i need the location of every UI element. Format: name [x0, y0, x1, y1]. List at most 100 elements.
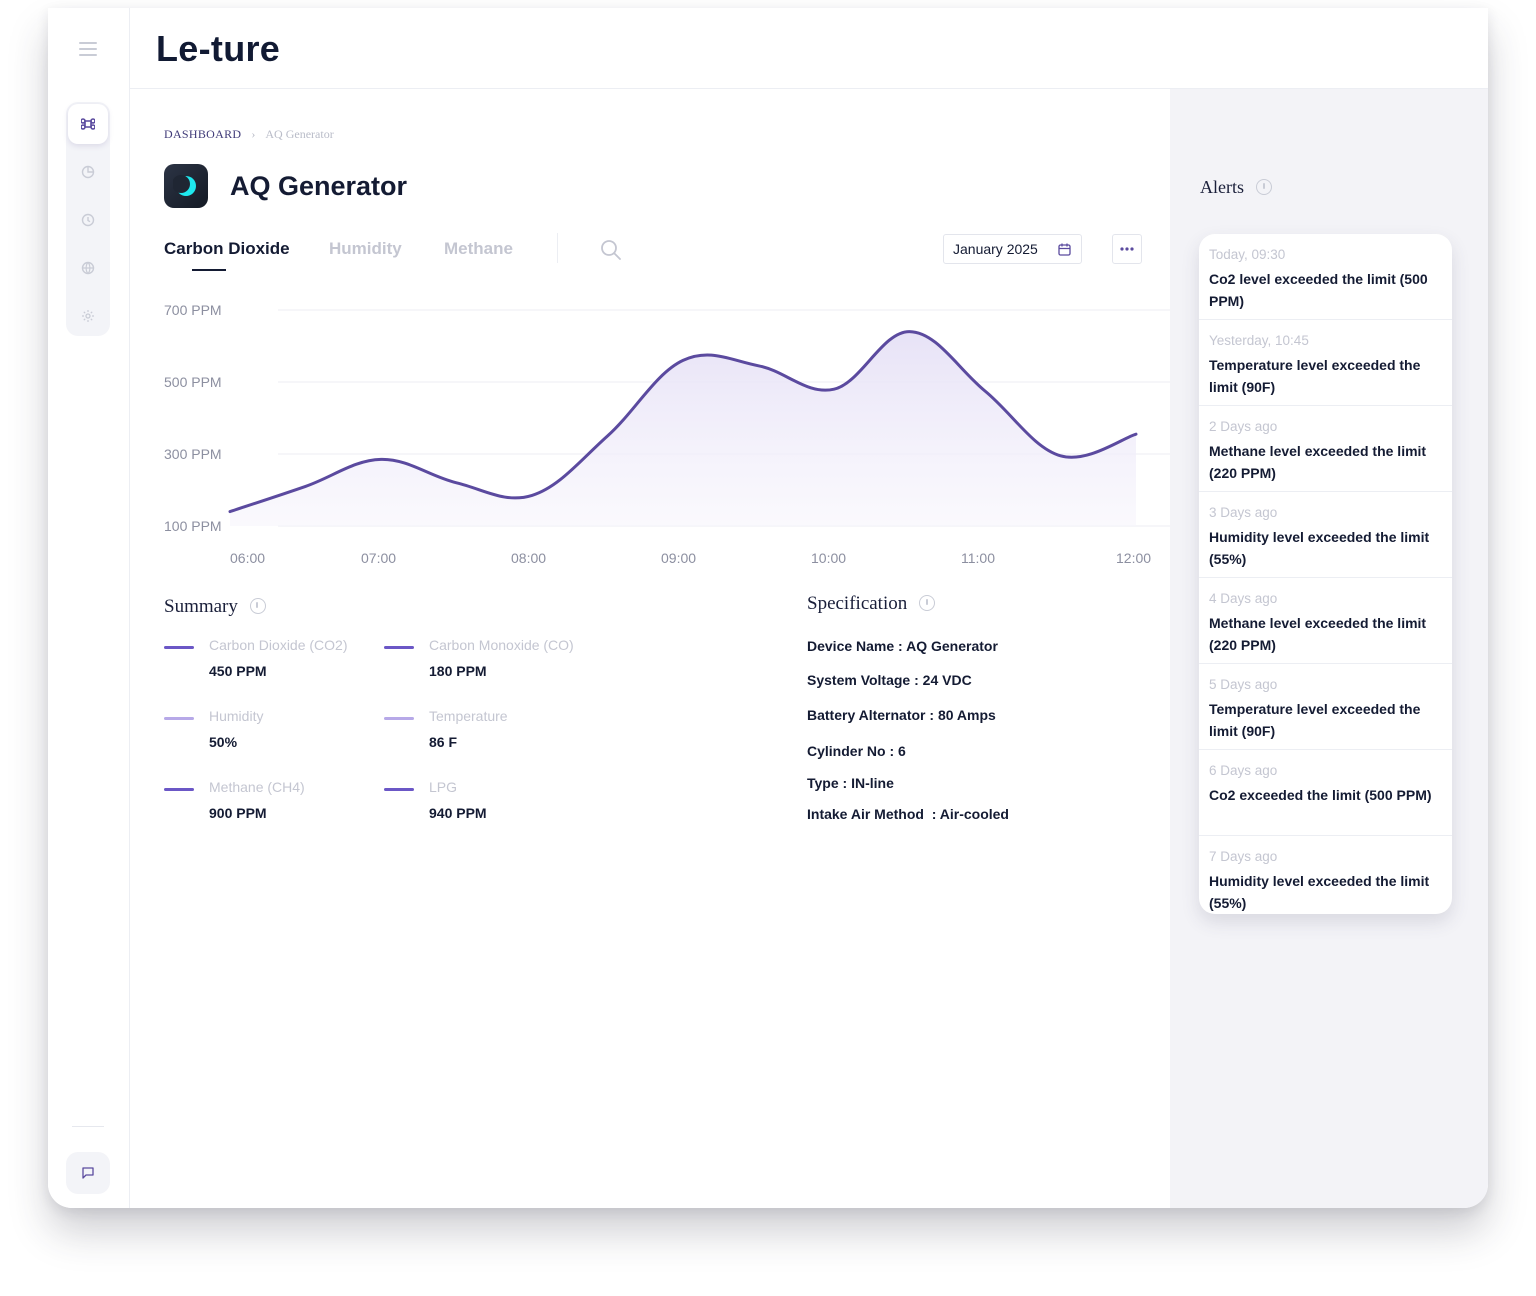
specification-title: Specification: [807, 593, 908, 614]
rail-divider: [72, 1126, 104, 1127]
summary-heading: Summary: [164, 596, 266, 618]
summary-label: LPG: [429, 779, 458, 795]
summary-title: Summary: [164, 596, 238, 617]
summary-item: Carbon Monoxide (CO) 180 PPM: [384, 637, 594, 687]
device-avatar: [164, 164, 208, 208]
summary-value: 86 F: [429, 734, 458, 750]
breadcrumb: DASHBOARD › AQ Generator: [164, 127, 334, 142]
y-axis-label: 300 PPM: [164, 446, 222, 462]
search-icon[interactable]: [600, 239, 622, 261]
date-picker[interactable]: January 2025: [943, 234, 1082, 264]
alert-item[interactable]: Yesterday, 10:45 Temperature level excee…: [1199, 320, 1452, 406]
alert-message: Humidity level exceeded the limit (55%): [1209, 873, 1430, 911]
alert-time: 5 Days ago: [1209, 677, 1278, 692]
x-axis-label: 10:00: [811, 550, 846, 566]
alert-time: 7 Days ago: [1209, 849, 1278, 864]
alert-item[interactable]: 6 Days ago Co2 exceeded the limit (500 P…: [1199, 750, 1452, 836]
summary-label: Methane (CH4): [209, 779, 305, 795]
info-icon[interactable]: [1256, 178, 1272, 195]
command-icon[interactable]: [68, 104, 108, 144]
spec-row: Cylinder No : 6: [807, 743, 906, 759]
alerts-heading: Alerts: [1200, 177, 1272, 198]
summary-item: Humidity 50%: [164, 708, 374, 758]
more-options-button[interactable]: [1112, 234, 1142, 264]
alert-item[interactable]: 7 Days ago Humidity level exceeded the l…: [1199, 836, 1452, 914]
alert-message: Methane level exceeded the limit (220 PP…: [1209, 443, 1427, 481]
alert-time: Yesterday, 10:45: [1209, 333, 1309, 348]
more-horizontal-icon: [1120, 247, 1134, 251]
series-swatch: [384, 646, 414, 649]
alerts-panel: Alerts Today, 09:30 Co2 level exceeded t…: [1170, 89, 1488, 1208]
tab-carbon-dioxide[interactable]: Carbon Dioxide: [164, 239, 290, 259]
page-title: AQ Generator: [230, 171, 408, 201]
x-axis-label: 09:00: [661, 550, 696, 566]
alert-message: Co2 exceeded the limit (500 PPM): [1209, 787, 1432, 803]
alert-message: Humidity level exceeded the limit (55%): [1209, 529, 1430, 567]
alert-time: 2 Days ago: [1209, 419, 1278, 434]
summary-value: 180 PPM: [429, 663, 487, 679]
series-swatch: [164, 646, 194, 649]
summary-value: 450 PPM: [209, 663, 267, 679]
series-swatch: [384, 717, 414, 720]
alert-item[interactable]: 5 Days ago Temperature level exceeded th…: [1199, 664, 1452, 750]
summary-item: LPG 940 PPM: [384, 779, 594, 829]
alert-message: Temperature level exceeded the limit (90…: [1209, 701, 1421, 739]
pie-chart-icon[interactable]: [68, 152, 108, 192]
alerts-list: Today, 09:30 Co2 level exceeded the limi…: [1199, 234, 1452, 914]
series-swatch: [164, 717, 194, 720]
icon-rail: [48, 8, 130, 1208]
spec-row: Intake Air Method : Air-cooled: [807, 806, 1009, 822]
summary-value: 50%: [209, 734, 238, 750]
main-content: DASHBOARD › AQ Generator AQ Generator Carb…: [130, 89, 1170, 1208]
x-axis-label: 11:00: [961, 550, 995, 566]
app-window: Le-ture DASHBOARD › AQ Generator AQ Genera…: [48, 8, 1488, 1208]
y-axis-label: 100 PPM: [164, 518, 222, 534]
y-axis-label: 700 PPM: [164, 302, 222, 318]
summary-item: Methane (CH4) 900 PPM: [164, 779, 374, 829]
rail-nav-group: [66, 102, 110, 336]
tab-divider: [557, 233, 558, 263]
chevron-right-icon: ›: [251, 127, 256, 141]
x-axis-label: 06:00: [230, 550, 265, 566]
x-axis-label: 08:00: [511, 550, 546, 566]
info-icon[interactable]: [919, 594, 936, 611]
x-axis-label: 07:00: [361, 550, 396, 566]
alert-item[interactable]: Today, 09:30 Co2 level exceeded the limi…: [1199, 234, 1452, 320]
series-swatch: [384, 788, 414, 791]
summary-item: Carbon Dioxide (CO2) 450 PPM: [164, 637, 374, 687]
calendar-icon: [1058, 243, 1071, 256]
co2-area-chart: 700 PPM 500 PPM 300 PPM 100 PPM 06:00 07:00 08…: [164, 302, 1170, 566]
breadcrumb-current: AQ Generator: [265, 127, 334, 141]
chat-icon[interactable]: [66, 1152, 110, 1194]
alert-item[interactable]: 3 Days ago Humidity level exceeded the l…: [1199, 492, 1452, 578]
top-bar: Le-ture: [130, 8, 1488, 89]
menu-icon[interactable]: [79, 42, 97, 56]
settings-icon[interactable]: [68, 296, 108, 336]
breadcrumb-root[interactable]: DASHBOARD: [164, 127, 241, 141]
summary-item: Temperature 86 F: [384, 708, 594, 758]
date-picker-value: January 2025: [953, 241, 1038, 257]
specification-heading: Specification: [807, 593, 936, 615]
alert-item[interactable]: 2 Days ago Methane level exceeded the li…: [1199, 406, 1452, 492]
tab-humidity[interactable]: Humidity: [329, 239, 402, 259]
summary-value: 940 PPM: [429, 805, 487, 821]
globe-icon[interactable]: [68, 248, 108, 288]
alert-item[interactable]: 4 Days ago Methane level exceeded the li…: [1199, 578, 1452, 664]
moon-icon: [173, 175, 196, 196]
series-swatch: [164, 788, 194, 791]
alert-time: Today, 09:30: [1209, 247, 1286, 262]
brand-logo: Le-ture: [156, 28, 281, 69]
summary-label: Temperature: [429, 708, 508, 724]
alert-message: Temperature level exceeded the limit (90…: [1209, 357, 1421, 395]
summary-value: 900 PPM: [209, 805, 267, 821]
alerts-title: Alerts: [1200, 177, 1244, 197]
info-icon[interactable]: [249, 597, 266, 614]
tab-methane[interactable]: Methane: [444, 239, 513, 259]
alert-time: 6 Days ago: [1209, 763, 1278, 778]
spec-row: System Voltage : 24 VDC: [807, 672, 972, 688]
clock-icon[interactable]: [68, 200, 108, 240]
alert-message: Co2 level exceeded the limit (500 PPM): [1209, 271, 1428, 309]
alert-time: 3 Days ago: [1209, 505, 1278, 520]
spec-row: Battery Alternator : 80 Amps: [807, 707, 996, 723]
spec-row: Type : IN-line: [807, 775, 894, 791]
